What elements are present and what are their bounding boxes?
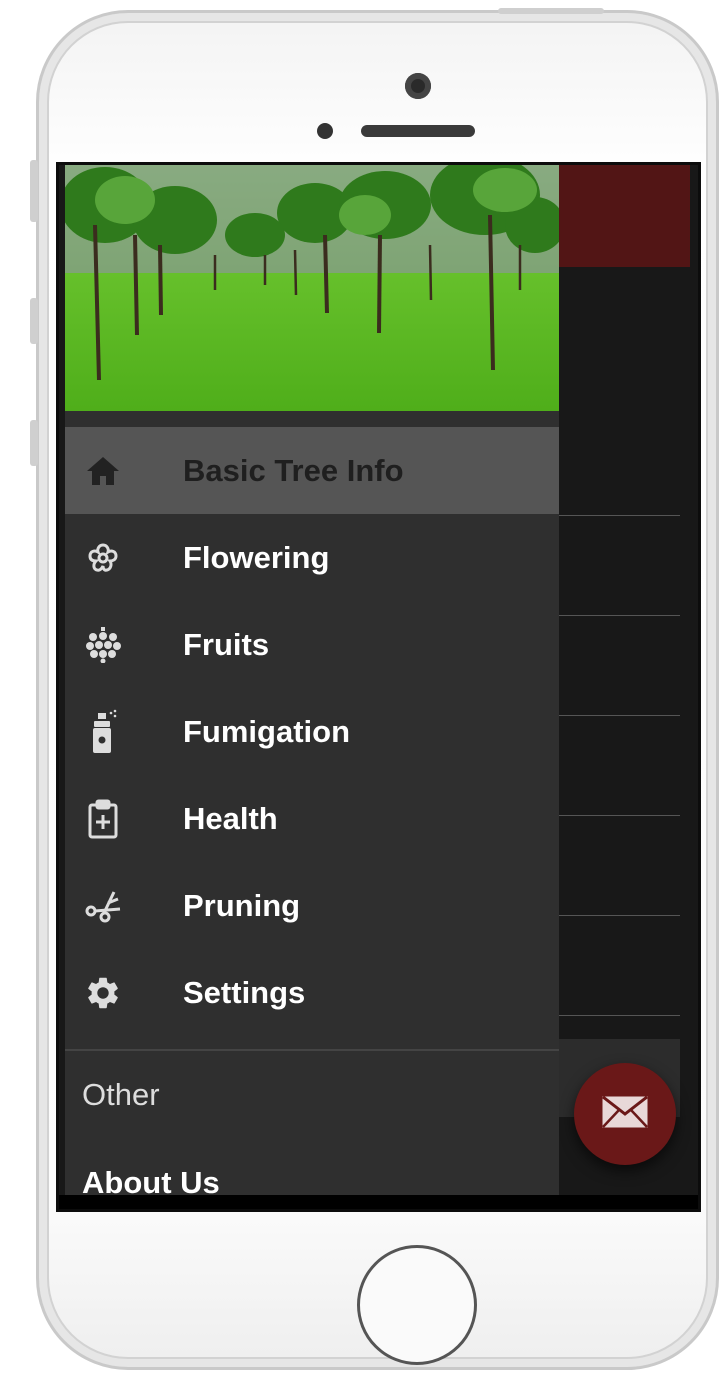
volume-up-button: [30, 298, 38, 344]
menu-item-settings[interactable]: Settings: [65, 949, 559, 1036]
screen-bottom-edge: [59, 1195, 698, 1209]
menu-item-label: Basic Tree Info: [183, 452, 404, 488]
home-icon: [79, 447, 127, 495]
navigation-drawer: Basic Tree Info Flowering Fruits Fumigat…: [65, 165, 559, 1195]
power-button: [498, 8, 604, 14]
list-divider: [558, 515, 680, 516]
menu-item-fruits[interactable]: Fruits: [65, 601, 559, 688]
menu-item-basic-tree-info[interactable]: Basic Tree Info: [65, 427, 559, 514]
list-divider: [558, 615, 680, 616]
section-title-other: Other: [82, 1077, 160, 1112]
app-bar: [550, 165, 690, 267]
raspberry-icon: [79, 621, 127, 669]
proximity-sensor: [317, 123, 333, 139]
home-button[interactable]: [357, 1245, 477, 1365]
compose-fab[interactable]: [574, 1063, 676, 1165]
menu-item-label: Fruits: [183, 626, 270, 662]
mute-switch: [30, 160, 38, 222]
earpiece-speaker: [361, 125, 475, 137]
drawer-divider: [65, 1049, 559, 1051]
gear-icon: [79, 969, 127, 1017]
flower-icon: [79, 534, 127, 582]
menu-item-health[interactable]: Health: [65, 775, 559, 862]
spray-can-icon: [79, 708, 127, 756]
menu-item-fumigation[interactable]: Fumigation: [65, 688, 559, 775]
list-divider: [558, 915, 680, 916]
list-divider: [558, 715, 680, 716]
menu-item-label: Settings: [183, 974, 306, 1010]
menu-item-about-us[interactable]: About Us: [82, 1165, 220, 1195]
menu-item-label: Pruning: [183, 887, 301, 923]
menu-item-flowering[interactable]: Flowering: [65, 514, 559, 601]
clipboard-plus-icon: [79, 795, 127, 843]
volume-down-button: [30, 420, 38, 466]
list-divider: [558, 1015, 680, 1016]
drawer-header-image: [65, 165, 559, 411]
app-screen: Basic Tree Info Flowering Fruits Fumigat…: [56, 162, 701, 1212]
mail-icon: [602, 1095, 648, 1133]
menu-item-pruning[interactable]: Pruning: [65, 862, 559, 949]
scissors-icon: [79, 882, 127, 930]
menu-item-label: Flowering: [183, 539, 330, 575]
front-camera: [405, 73, 431, 99]
list-divider: [558, 815, 680, 816]
menu-item-label: Health: [183, 800, 278, 836]
menu-item-label: Fumigation: [183, 713, 351, 749]
